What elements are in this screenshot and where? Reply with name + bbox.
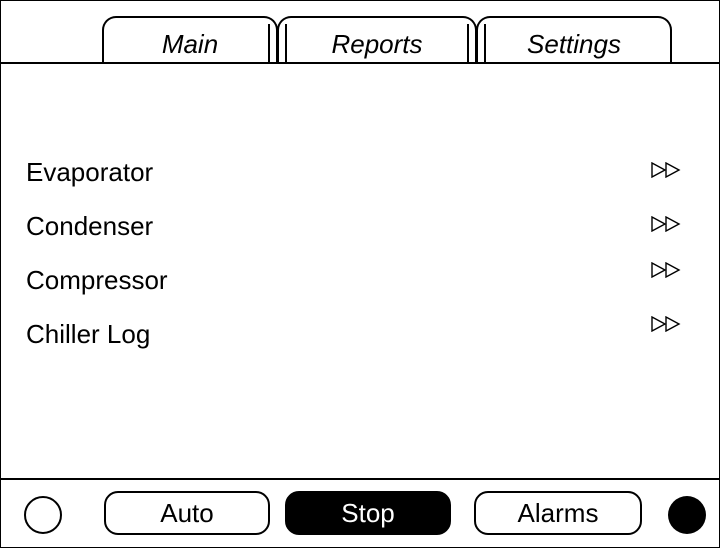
status-indicator-off	[24, 496, 62, 534]
double-arrow-right-icon[interactable]	[651, 162, 683, 178]
menu-item-compressor[interactable]: Compressor	[0, 260, 720, 300]
tab-edge	[484, 24, 486, 62]
tab-reports[interactable]: Reports	[277, 16, 477, 62]
menu-item-evaporator[interactable]: Evaporator	[0, 152, 720, 192]
tab-main[interactable]: Main	[102, 16, 278, 62]
menu-item-condenser[interactable]: Condenser	[0, 206, 720, 246]
menu-item-label: Evaporator	[26, 157, 154, 187]
tab-settings-label: Settings	[527, 29, 621, 59]
double-arrow-right-icon[interactable]	[651, 262, 683, 278]
stop-button[interactable]: Stop	[285, 491, 451, 535]
menu-item-label: Chiller Log	[26, 319, 151, 349]
auto-button[interactable]: Auto	[104, 491, 270, 535]
menu-item-label: Condenser	[26, 211, 154, 241]
bottom-bar-divider	[0, 478, 720, 480]
menu-item-chiller-log[interactable]: Chiller Log	[0, 314, 720, 354]
double-arrow-right-icon[interactable]	[651, 216, 683, 232]
double-arrow-right-icon[interactable]	[651, 316, 683, 332]
tab-reports-label: Reports	[331, 29, 423, 59]
status-indicator-on	[668, 496, 706, 534]
tab-baseline-divider	[0, 62, 720, 64]
tab-edge	[467, 24, 469, 62]
menu-item-label: Compressor	[26, 265, 168, 295]
alarms-button[interactable]: Alarms	[474, 491, 642, 535]
tab-main-label: Main	[161, 29, 219, 59]
tab-settings[interactable]: Settings	[476, 16, 672, 62]
tab-edge	[268, 24, 270, 62]
tab-edge	[285, 24, 287, 62]
